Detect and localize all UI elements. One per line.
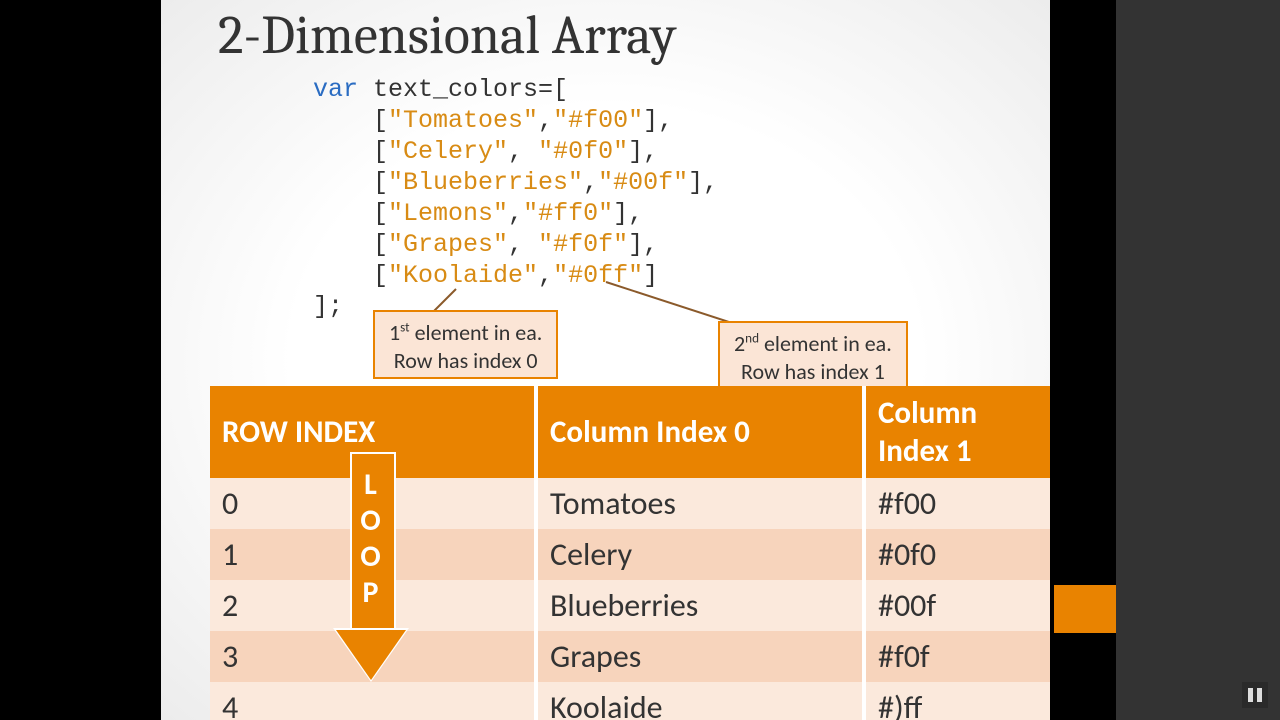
- callout-second-element: 2nd element in ea.Row has index 1: [718, 321, 908, 390]
- callout-text: 1st element in ea.Row has index 0: [389, 319, 542, 374]
- table-cell: Blueberries: [536, 580, 864, 631]
- table-cell: #00f: [864, 580, 1050, 631]
- table-cell: #f0f: [864, 631, 1050, 682]
- table-cell: Koolaide: [536, 682, 864, 720]
- table-header: Column Index 1: [864, 386, 1050, 478]
- code-block: var text_colors=[ ["Tomatoes","#f00"], […: [313, 74, 718, 322]
- sidebar-right: [1116, 0, 1280, 720]
- loop-arrow: LOOP: [336, 452, 406, 692]
- table-cell: Tomatoes: [536, 478, 864, 529]
- table-cell: Grapes: [536, 631, 864, 682]
- callout-text: 2nd element in ea.Row has index 1: [734, 330, 892, 385]
- pause-button[interactable]: [1242, 682, 1268, 708]
- table-cell: #)ff: [864, 682, 1050, 720]
- next-slide-peek: [1054, 585, 1116, 633]
- loop-label: LOOP: [350, 467, 392, 611]
- slide-title: 2-Dimensional Array: [218, 4, 676, 67]
- video-stage: 2-Dimensional Array var text_colors=[ ["…: [0, 0, 1280, 720]
- table-cell: Celery: [536, 529, 864, 580]
- slide-content: 2-Dimensional Array var text_colors=[ ["…: [161, 0, 1050, 720]
- table-cell: #f00: [864, 478, 1050, 529]
- table-header: Column Index 0: [536, 386, 864, 478]
- callout-first-element: 1st element in ea.Row has index 0: [373, 310, 558, 379]
- table-cell: #0f0: [864, 529, 1050, 580]
